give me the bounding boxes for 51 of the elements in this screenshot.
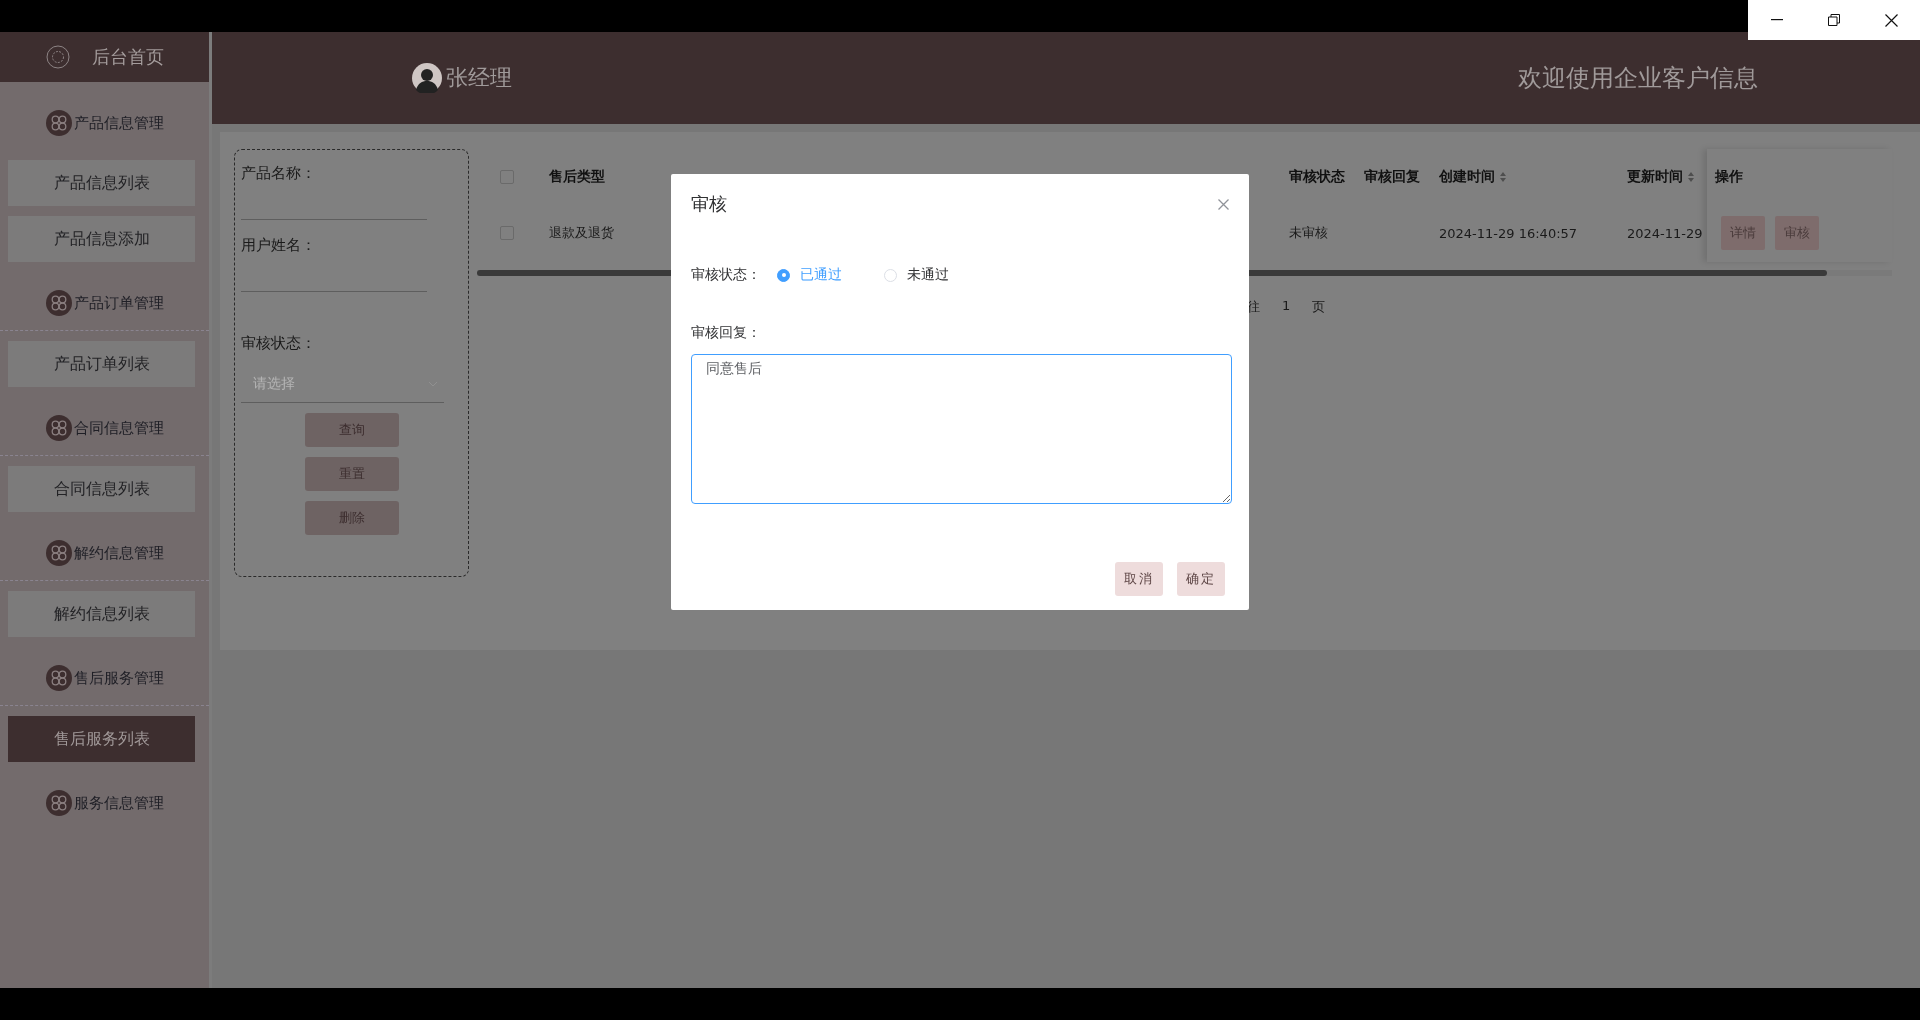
column-header: 操作 [1715, 167, 1743, 186]
home-link[interactable]: 后台首页 [91, 45, 164, 69]
column-header: 审核回复 [1364, 167, 1420, 186]
table-cell: 退款及退货 [549, 224, 614, 242]
sidebar-item[interactable]: 产品信息添加 [8, 216, 195, 262]
menu-group-label[interactable]: 售后服务管理 [73, 668, 164, 688]
minimize-icon[interactable] [1770, 19, 1783, 21]
column-header: 创建时间 [1439, 167, 1495, 186]
menu-group-label[interactable]: 合同信息管理 [73, 418, 164, 438]
user-name: 张经理 [446, 64, 512, 92]
menu-group-label[interactable]: 产品订单管理 [73, 293, 164, 313]
restore-icon[interactable] [1827, 14, 1840, 26]
column-header: 更新时间 [1627, 167, 1683, 186]
table-cell: 2024-11-29 [1627, 225, 1703, 241]
reply-textarea[interactable]: 同意售后 [691, 354, 1232, 504]
sort-icon[interactable] [1499, 170, 1507, 183]
column-header: 审核状态 [1289, 167, 1345, 186]
field-label: 审核状态： [241, 334, 317, 353]
avatar-icon [412, 63, 442, 93]
pagination-label: 页 [1312, 298, 1326, 316]
field-label: 产品名称： [241, 164, 317, 183]
menu-group-label[interactable]: 产品信息管理 [73, 113, 164, 133]
clover-icon [45, 790, 72, 816]
menu-group-label[interactable]: 解约信息管理 [73, 543, 164, 563]
dialog-button[interactable]: 确定 [1177, 562, 1225, 596]
table-cell: 未审核 [1289, 224, 1328, 242]
clover-icon [45, 415, 72, 441]
field-label: 审核回复： [691, 324, 761, 340]
home-icon [45, 45, 70, 69]
clover-icon [45, 110, 72, 136]
close-icon[interactable] [1884, 13, 1898, 27]
table-cell: 2024-11-29 16:40:57 [1439, 225, 1578, 241]
page-number[interactable]: 1 [1282, 298, 1291, 316]
menu-group-label[interactable]: 服务信息管理 [73, 793, 164, 813]
sidebar-item[interactable]: 售后服务列表 [8, 716, 195, 762]
dialog-button[interactable]: 取消 [1115, 562, 1163, 596]
dialog-title: 审核 [691, 192, 727, 216]
radio-option[interactable]: 未通过 [884, 266, 949, 284]
sidebar-item[interactable]: 解约信息列表 [8, 591, 195, 637]
clover-icon [45, 665, 72, 691]
sidebar-item[interactable]: 产品信息列表 [8, 160, 195, 206]
sidebar-item[interactable]: 产品订单列表 [8, 341, 195, 387]
clover-icon [45, 290, 72, 316]
field-label: 用户姓名： [241, 236, 317, 255]
welcome-title: 欢迎使用企业客户信息 [1518, 63, 1758, 94]
clover-icon [45, 540, 72, 566]
column-header: 售后类型 [549, 167, 605, 186]
field-label: 审核状态： [691, 266, 761, 284]
sort-icon[interactable] [1687, 170, 1695, 183]
radio-option[interactable]: 已通过 [777, 266, 842, 284]
sidebar-item[interactable]: 合同信息列表 [8, 466, 195, 512]
